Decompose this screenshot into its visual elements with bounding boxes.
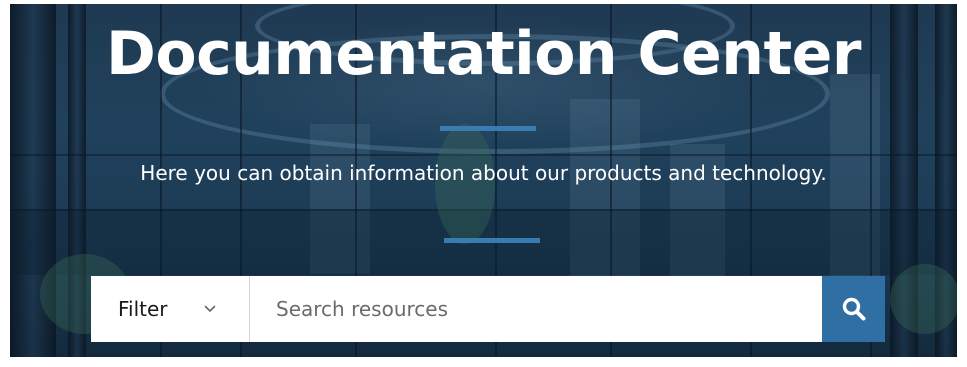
filter-dropdown[interactable]: Filter [91,276,250,342]
background-plant [890,264,957,334]
page: Documentation Center Here you can obtain… [0,0,967,367]
search-button[interactable] [822,276,885,342]
page-title: Documentation Center [106,19,861,89]
search-icon [841,296,867,322]
chevron-down-icon [204,303,216,315]
search-bar: Filter [91,276,885,342]
title-divider [440,126,536,131]
filter-label: Filter [118,297,168,321]
search-divider [444,238,540,243]
search-input[interactable] [250,276,822,342]
page-subtitle: Here you can obtain information about ou… [140,161,827,185]
